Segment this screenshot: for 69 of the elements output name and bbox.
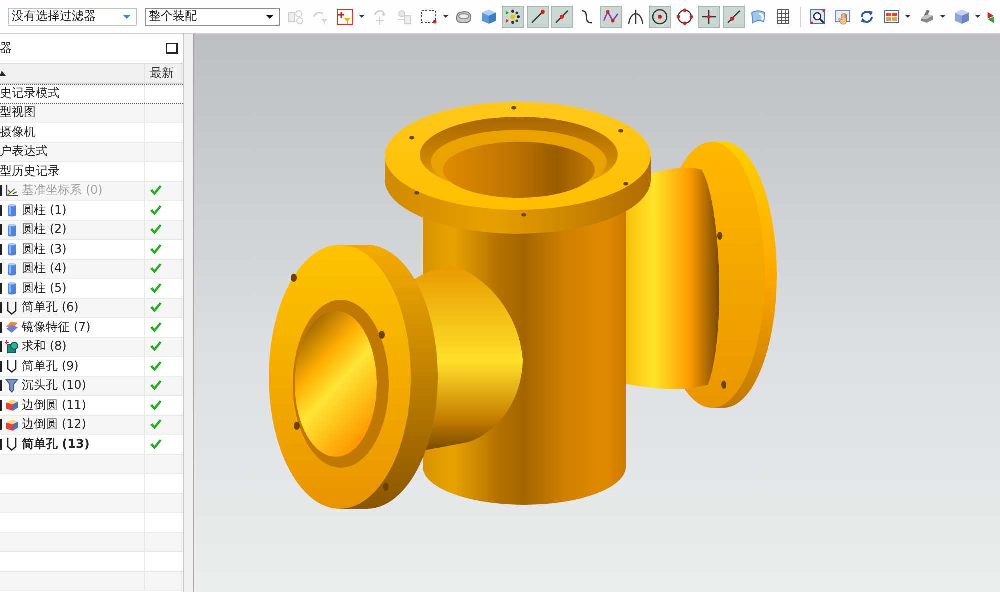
cylinder-icon <box>5 203 19 218</box>
caret-icon <box>905 15 911 18</box>
countersink-icon <box>5 378 19 393</box>
tree-row[interactable]: 圆柱 (2) <box>0 220 183 240</box>
tool-button[interactable] <box>502 6 524 28</box>
tree-row[interactable]: 圆柱 (4) <box>0 260 183 279</box>
tree-row[interactable]: 简单孔 (13) <box>0 435 183 454</box>
blend-icon <box>5 398 19 412</box>
maximize-icon[interactable] <box>166 43 178 54</box>
zoom-icon <box>809 8 827 26</box>
tool-button[interactable] <box>722 6 744 28</box>
caret-icon <box>442 15 448 18</box>
view-layout-icon <box>882 8 900 26</box>
panel-title: 器 <box>0 40 12 57</box>
tool-button[interactable] <box>551 6 573 28</box>
cylinder-icon <box>5 262 19 276</box>
tool-button[interactable] <box>600 6 622 28</box>
tree-row[interactable]: 求和 (8) <box>0 338 183 357</box>
caret-icon <box>975 15 981 18</box>
tree-row[interactable]: 圆柱 (1) <box>0 201 183 220</box>
hole-icon <box>5 359 19 374</box>
tree-row[interactable]: 户表达式 <box>0 142 183 162</box>
intersection-icon <box>626 8 644 26</box>
tool-button[interactable] <box>698 6 720 28</box>
column-header[interactable]: 最新 <box>144 63 183 84</box>
tree-row[interactable]: 边倒圆 (12) <box>0 416 183 435</box>
cylinder-icon <box>5 222 19 237</box>
circle-points-icon <box>676 8 694 26</box>
cube-icon <box>952 8 970 26</box>
tree-row[interactable]: 圆柱 (3) <box>0 240 183 260</box>
filter-dropdown[interactable]: 没有选择过滤器 <box>8 8 137 26</box>
circle-center-icon <box>651 8 669 26</box>
caret-icon <box>266 14 274 18</box>
tree-row[interactable]: 型历史记录 <box>0 162 183 182</box>
unite-icon <box>5 340 19 354</box>
line-midpoint-icon <box>553 8 571 26</box>
mirror-icon <box>5 320 19 334</box>
point-pattern-icon <box>504 8 522 26</box>
component-icon <box>396 8 414 26</box>
caret-icon <box>358 15 364 18</box>
tree-row[interactable]: 型视图 <box>0 104 183 123</box>
caret-icon <box>123 14 131 18</box>
tool-button[interactable] <box>649 6 671 28</box>
tool-button[interactable] <box>526 6 548 28</box>
tree-row[interactable]: 简单孔 (9) <box>0 357 183 376</box>
parts-icon <box>287 8 305 26</box>
hole-icon <box>5 300 19 315</box>
tree-row[interactable]: 镜像特征 (7) <box>0 318 183 338</box>
assembly-dropdown[interactable]: 整个装配 <box>145 8 280 26</box>
tree-row[interactable]: 圆柱 (5) <box>0 279 183 298</box>
surface-icon <box>749 8 767 26</box>
tree-row[interactable]: 沉头孔 (10) <box>0 376 183 396</box>
plus-filter-icon <box>336 8 354 26</box>
hand-icon <box>834 8 852 26</box>
tree-row[interactable]: 史记录模式 <box>0 84 183 104</box>
hole-icon <box>5 437 19 452</box>
sort-arrow-icon <box>0 71 6 76</box>
blend-icon <box>5 418 19 432</box>
tree-row[interactable]: 简单孔 (6) <box>0 298 183 318</box>
caret-icon <box>940 15 946 18</box>
cube-icon <box>480 8 498 26</box>
tree-row[interactable]: 边倒圆 (11) <box>0 396 183 416</box>
polyline-icon <box>602 8 620 26</box>
axes-icon <box>5 184 19 198</box>
dashed-rectangle-icon <box>420 8 438 26</box>
cylinder-icon <box>5 281 19 296</box>
tree-row[interactable]: 摄像机 <box>0 123 183 142</box>
crosshair-icon <box>700 8 718 26</box>
cylinder-icon <box>5 242 19 256</box>
